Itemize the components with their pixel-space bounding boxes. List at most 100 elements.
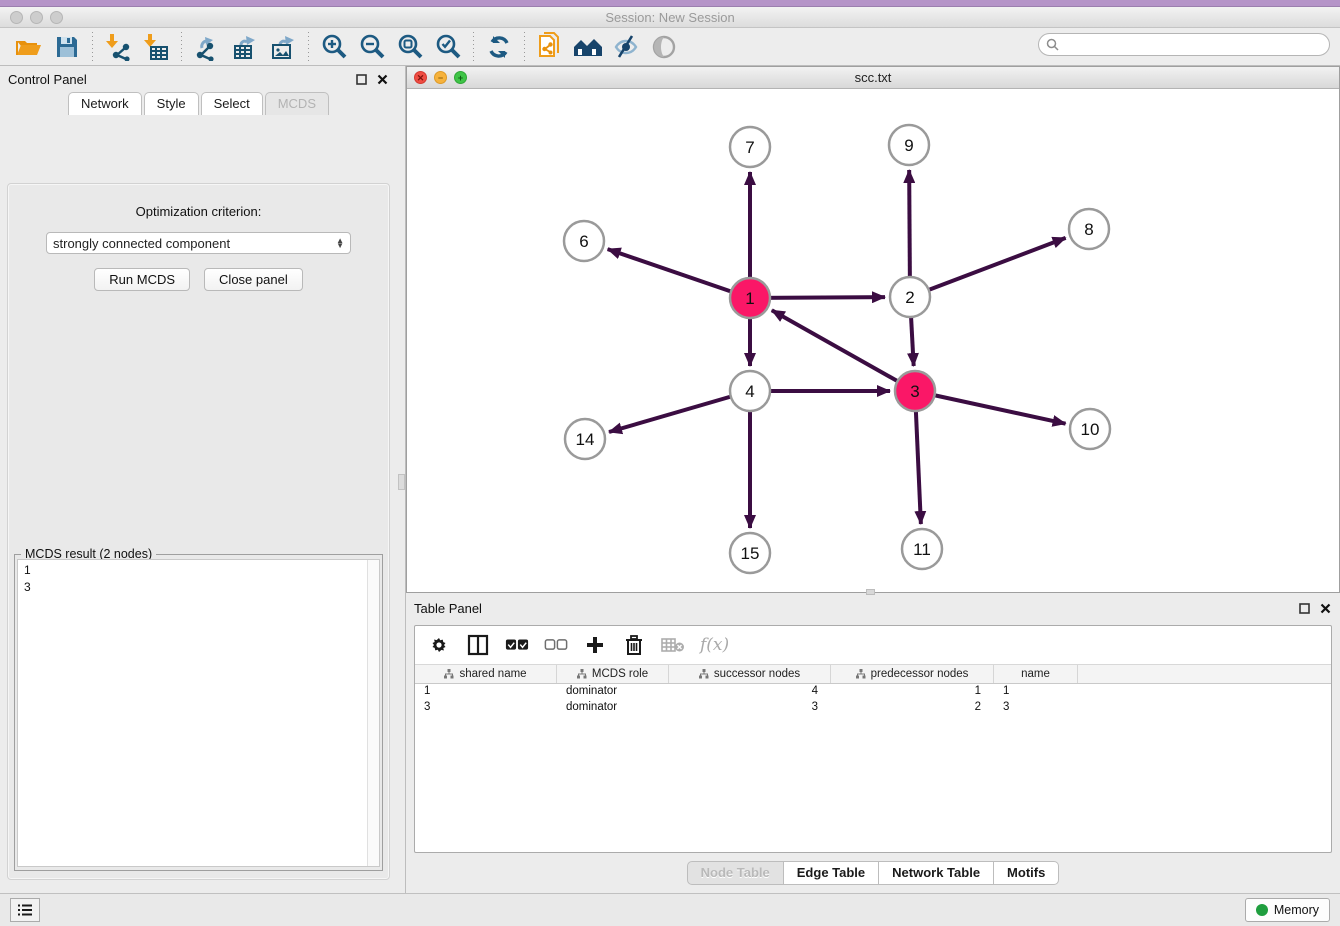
result-line: 1 [24,562,373,579]
edge-3-10[interactable] [915,391,1066,424]
network-graph[interactable]: 7968124314101511 [407,89,1339,592]
close-table-panel-icon[interactable] [1318,601,1332,615]
bird-eye-view-icon[interactable] [645,31,683,63]
deselect-all-rows-icon[interactable] [544,633,568,657]
export-image-icon[interactable] [264,31,302,63]
status-bar: Memory [0,893,1340,926]
pane-divider[interactable] [397,66,406,893]
column-header-shared-name[interactable]: shared name [415,665,557,683]
network-canvas[interactable]: 7968124314101511 [407,89,1339,592]
close-panel-icon[interactable] [375,72,389,86]
edge-4-14[interactable] [609,391,750,432]
control-panel: Control Panel NetworkStyleSelectMCDS Opt… [0,66,397,893]
run-mcds-button[interactable]: Run MCDS [94,268,190,291]
mcds-result-text[interactable]: 13 [17,559,380,867]
table-cell[interactable]: dominator [557,684,669,700]
node-label-15: 15 [741,544,760,563]
table-options-gear-icon[interactable] [427,633,451,657]
edge-3-1[interactable] [772,310,915,391]
tab-motifs[interactable]: Motifs [994,861,1059,885]
node-label-11: 11 [913,540,931,559]
node-label-10: 10 [1081,420,1100,439]
delete-table-icon [661,633,685,657]
network-window-title: scc.txt [407,70,1339,85]
table-cell[interactable]: 1 [415,684,557,700]
tab-node-table[interactable]: Node Table [687,861,784,885]
table-panel-title: Table Panel [414,601,1290,616]
zoom-out-icon[interactable] [353,31,391,63]
show-all-networks-icon[interactable] [569,31,607,63]
mcds-result-lines: 13 [24,562,373,596]
table-toolbar: f(x) [415,626,1331,664]
tab-edge-table[interactable]: Edge Table [784,861,879,885]
select-stepper-icon: ▲▼ [336,238,344,248]
save-session-icon[interactable] [48,31,86,63]
zoom-in-icon[interactable] [315,31,353,63]
tab-network[interactable]: Network [68,92,142,115]
toolbar-separator [181,32,182,62]
duplicate-network-icon[interactable] [531,31,569,63]
app-titlebar: Session: New Session [0,7,1340,28]
pane-divider-grip[interactable] [398,474,405,490]
edge-2-8[interactable] [910,238,1066,297]
toolbar-separator [92,32,93,62]
column-header-MCDS-role[interactable]: MCDS role [557,665,669,683]
mcds-panel: Optimization criterion: strongly connect… [7,183,390,880]
table-cell[interactable]: dominator [557,700,669,716]
table-row[interactable]: 1dominator411 [415,684,1331,700]
result-line: 3 [24,579,373,596]
control-panel-tabs: NetworkStyleSelectMCDS [0,92,397,115]
export-network-icon[interactable] [188,31,226,63]
tab-style[interactable]: Style [144,92,199,115]
window-title: Session: New Session [0,10,1340,25]
hierarchy-icon [577,669,587,679]
task-history-button[interactable] [10,898,40,922]
criterion-value: strongly connected component [53,236,230,251]
tab-select[interactable]: Select [201,92,263,115]
import-network-icon[interactable] [99,31,137,63]
import-table-icon[interactable] [137,31,175,63]
memory-label: Memory [1274,903,1319,917]
zoom-selected-icon[interactable] [429,31,467,63]
table-body: 1dominator4113dominator323 [415,684,1331,716]
node-label-8: 8 [1084,220,1093,239]
node-label-6: 6 [579,232,588,251]
toolbar-separator [524,32,525,62]
table-cell[interactable]: 1 [831,684,994,700]
apply-layout-icon[interactable] [480,31,518,63]
select-all-rows-icon[interactable] [505,633,529,657]
result-scrollbar[interactable] [367,560,379,866]
graphics-details-icon[interactable] [607,31,645,63]
toolbar-separator [473,32,474,62]
float-panel-icon[interactable] [354,72,368,86]
network-view-window: ✕ − + scc.txt 7968124314101511 [406,66,1340,593]
tab-network-table[interactable]: Network Table [879,861,994,885]
column-header-successor-nodes[interactable]: successor nodes [669,665,831,683]
column-selector-icon[interactable] [466,633,490,657]
table-cell[interactable]: 4 [669,684,831,700]
float-table-panel-icon[interactable] [1297,601,1311,615]
memory-button[interactable]: Memory [1245,898,1330,922]
table-cell[interactable]: 3 [669,700,831,716]
zoom-fit-icon[interactable] [391,31,429,63]
delete-column-icon[interactable] [622,633,646,657]
table-cell[interactable]: 3 [994,700,1078,716]
add-column-icon[interactable] [583,633,607,657]
edge-1-6[interactable] [608,249,750,298]
node-label-2: 2 [905,288,914,307]
table-cell[interactable]: 1 [994,684,1078,700]
column-header-name[interactable]: name [994,665,1078,683]
open-file-icon[interactable] [10,31,48,63]
table-cell[interactable]: 2 [831,700,994,716]
network-window-titlebar[interactable]: ✕ − + scc.txt [407,67,1339,89]
column-header-predecessor-nodes[interactable]: predecessor nodes [831,665,994,683]
list-icon [17,903,33,917]
criterion-select[interactable]: strongly connected component ▲▼ [46,232,351,254]
close-panel-button[interactable]: Close panel [204,268,303,291]
search-input[interactable] [1064,38,1329,52]
table-cell[interactable]: 3 [415,700,557,716]
tab-mcds[interactable]: MCDS [265,92,329,115]
export-table-icon[interactable] [226,31,264,63]
table-row[interactable]: 3dominator323 [415,700,1331,716]
search-box[interactable] [1038,33,1330,56]
